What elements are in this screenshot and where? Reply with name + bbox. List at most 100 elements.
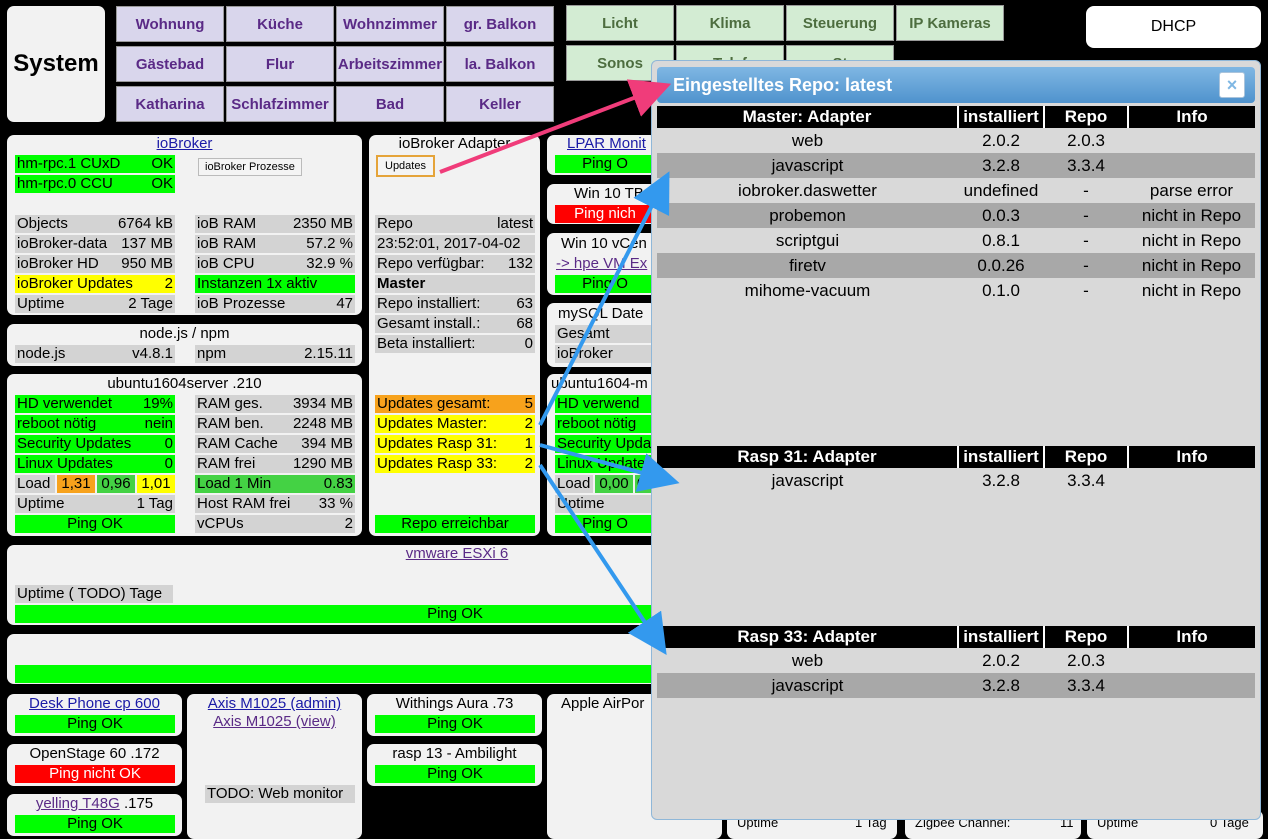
table-row: firetv 0.0.26- nicht in Repo [657,253,1255,278]
table-cell [1128,673,1255,698]
ram-total-row: RAM ges. 3934 MB [195,395,355,413]
room-button[interactable]: Schlafzimmer [226,86,334,122]
adapter-title: ioBroker Adapter [398,135,511,152]
dialog-titlebar[interactable]: Eingestelltes Repo: latest × [657,67,1255,103]
iobroker-processes-button[interactable]: ioBroker Prozesse [198,158,302,176]
node-title: node.js / npm [139,325,230,342]
repo-installed-row: Repo installiert: 63 [375,295,535,313]
updates-rasp33-row: Updates Rasp 33: 2 [375,455,535,473]
room-button[interactable]: Küche [226,6,334,42]
function-button[interactable]: Licht [566,5,674,41]
iob-ram-row: ioB RAM 2350 MB [195,215,355,233]
repo-available-row: Repo verfügbar: 132 [375,255,535,273]
table-cell [1128,648,1255,673]
room-button[interactable]: Flur [226,46,334,82]
table-cell: javascript [657,153,958,178]
lpar-ping: Ping O [555,155,655,173]
openstage-ping: Ping nicht OK [15,765,175,783]
ubuntu-m-sec: Security Upda [555,435,655,453]
iobroker-link[interactable]: ioBroker [157,135,213,152]
table-cell: nicht in Repo [1141,280,1242,300]
axis-view-link[interactable]: Axis M1025 (view) [213,713,336,730]
lpar-link[interactable]: LPAR Monit [567,135,646,152]
ubuntu-ping: Ping OK [15,515,175,533]
desk-ping: Ping OK [15,715,175,733]
hd-used-row: HD verwendet 19% [15,395,175,413]
win10tb-ping: Ping nich [555,205,655,223]
win10tb-title: Win 10 TB [574,185,644,202]
table-header: Rasp 33: Adapter [657,626,959,648]
function-button[interactable]: Steuerung [786,5,894,41]
table-cell: - [1044,203,1128,228]
table-row: mihome-vacuum 0.1.0 - nicht in Repo [657,278,1255,303]
updates-rasp31-row: Updates Rasp 31: 1 [375,435,535,453]
table-cell: 2.0.3 [1067,130,1105,150]
table-header: Info [1128,106,1255,128]
dhcp-button[interactable]: DHCP [1086,6,1261,48]
table-header: installiert [958,626,1045,648]
ram-cache-row: RAM Cache 394 MB [195,435,355,453]
table-cell: 2.0.3 [1067,650,1105,670]
axis-todo: TODO: Web monitor [205,785,355,803]
table-row: web 2.0.2 2.0.3 [657,128,1255,153]
openstage-title: OpenStage 60 .172 [29,745,160,762]
room-button[interactable]: Wohnung [116,6,224,42]
win10vc-ping: Ping O [555,275,655,293]
table-row: scriptgui 0.8.1 - nicht in Repo [657,228,1255,253]
room-button[interactable]: gr. Balkon [446,6,554,42]
room-button[interactable]: Katharina [116,86,224,122]
hd-row: ioBroker HD 950 MB [15,255,175,273]
function-button[interactable]: Klima [676,5,784,41]
ubuntu-m-title: ubuntu1604-m [551,375,648,392]
yelling-ping: Ping OK [15,815,175,833]
withings-title: Withings Aura .73 [395,695,514,712]
table-cell: web [791,130,824,150]
yelling-link[interactable]: yelling T48G [36,795,120,812]
table-cell: - [1083,180,1089,200]
system-tile[interactable]: System [7,6,105,122]
axis-admin-link[interactable]: Axis M1025 (admin) [208,695,341,712]
room-button[interactable]: la. Balkon [446,46,554,82]
desk-link[interactable]: Desk Phone cp 600 [29,695,160,712]
objects-row: Objects 6764 kB [15,215,175,233]
iob-cpu-row: ioB CPU 32.9 % [195,255,355,273]
table-row: javascript 3.2.8 3.3.4 [657,673,1255,698]
close-icon[interactable]: × [1219,72,1245,98]
load-15: 1,01 [137,475,175,493]
updates-button[interactable]: Updates [376,155,435,177]
load-5: 0,96 [97,475,135,493]
node-version-row: node.js v4.8.1 [15,345,175,363]
table-cell: 3.2.8 [958,673,1044,698]
beta-installed-row: Beta installiert: 0 [375,335,535,353]
master-table: Master: Adapter installiert Repo Info web 2.0… [657,106,1255,303]
ubuntu-m-lin: Linux Update [555,455,655,473]
mysql-title: mySQL Date [558,305,644,322]
rasp33-table: Rasp 33: Adapter installiert Repo Info web 2.… [657,626,1255,698]
table-cell: nicht in Repo [1128,203,1255,228]
table-cell: 3.3.4 [1044,153,1128,178]
table-cell: undefined [963,180,1039,200]
vmware-link[interactable]: vmware ESXi 6 [406,545,509,562]
data-row: ioBroker-data 137 MB [15,235,175,253]
table-cell: 2.0.2 [982,130,1020,150]
room-button[interactable]: Gästebad [116,46,224,82]
hpe-link[interactable]: -> hpe VM Ex [556,255,647,272]
master-row: Master [375,275,535,293]
room-button[interactable]: Bad [336,86,444,122]
table-cell: 3.3.4 [1044,673,1128,698]
mysql-gesamt: Gesamt [555,325,655,343]
room-button[interactable]: Arbeitszimmer [336,46,444,82]
ram-free-row: RAM frei 1290 MB [195,455,355,473]
function-button[interactable]: IP Kameras [896,5,1004,41]
room-button[interactable]: Keller [446,86,554,122]
table-cell: 3.2.8 [958,153,1044,178]
reboot-row: reboot nötig nein [15,415,175,433]
security-updates-row: Security Updates 0 [15,435,175,453]
table-row: javascript 3.2.8 3.3.4 [657,153,1255,178]
room-button[interactable]: Wohnzimmer [336,6,444,42]
vmware-uptime: Uptime ( TODO) Tage [15,585,173,603]
table-cell: javascript [657,673,958,698]
table-cell: probemon [657,203,958,228]
table-header: Repo [1044,106,1129,128]
table-cell: 0.0.26 [958,253,1044,278]
